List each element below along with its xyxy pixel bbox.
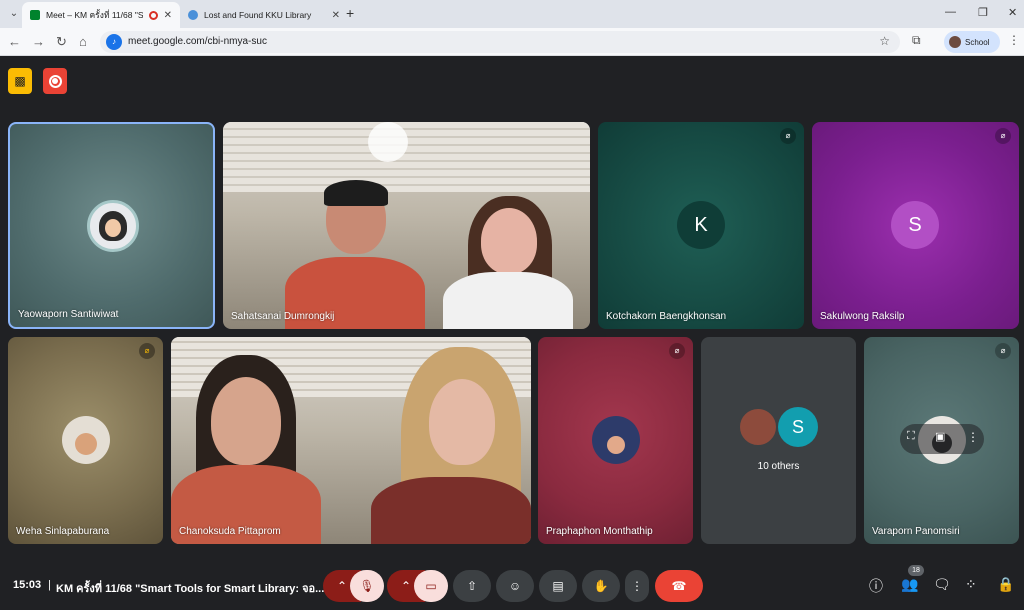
close-window-button[interactable]: ✕ [1008, 6, 1017, 19]
back-icon[interactable]: ← [8, 34, 21, 50]
extensions-icon[interactable]: ⧉ [912, 33, 921, 48]
participant-name: Varaporn Panomsiri [872, 526, 960, 537]
participant-name: Yaowaporn Santiwiwat [18, 309, 119, 320]
avatar-initial: S [908, 213, 922, 236]
raise-hand-button[interactable]: ✋ [582, 570, 620, 602]
mic-off-icon: ⌀ [780, 128, 796, 144]
mic-off-icon: ⌀ [995, 343, 1011, 359]
host-controls-icon[interactable]: 🔒 [997, 576, 1014, 593]
participant-tile[interactable]: Sahatsanai Dumrongkij [223, 122, 590, 329]
recording-icon[interactable] [43, 68, 67, 94]
separator: | [48, 579, 51, 591]
participant-tile[interactable]: Yaowaporn Santiwiwat [8, 122, 215, 329]
participant-name: Chanoksuda Pittaprom [179, 526, 281, 537]
people-icon[interactable]: 👥 [901, 576, 918, 593]
present-button[interactable]: ⇧ [453, 570, 491, 602]
tab-lost-and-found[interactable]: Lost and Found KKU Library ✕ [180, 2, 348, 28]
address-bar-row: ← → ↻ ⌂ ♪ meet.google.com/cbi-nmya-suc ☆ [0, 28, 1024, 56]
camera-off-icon: ▭ [425, 579, 437, 593]
tab-title: Meet – KM ครั้งที่ 11/68 "Sm [46, 10, 143, 20]
emoji-icon: ☺ [508, 579, 522, 593]
minimize-button[interactable]: — [945, 6, 956, 18]
avatar: S [778, 407, 818, 447]
cloud-favicon-icon [188, 10, 198, 20]
new-tab-button[interactable]: + [346, 6, 354, 20]
participant-name: Kotchakorn Baengkhonsan [606, 311, 727, 322]
avatar: S [891, 201, 939, 249]
mic-off-icon: ⌀ [995, 128, 1011, 144]
others-tile[interactable]: S 10 others [701, 337, 856, 544]
close-tab-icon[interactable]: ✕ [164, 10, 172, 21]
reload-icon[interactable]: ↻ [56, 34, 67, 50]
participant-name: Sahatsanai Dumrongkij [231, 311, 335, 322]
participant-name: Praphaphon Monthathip [546, 526, 653, 537]
mic-off-icon: ⌀ [139, 343, 155, 359]
camera-off-icon[interactable]: ▩ [8, 68, 32, 94]
meet-favicon-icon [30, 10, 40, 20]
more-options-button[interactable]: ⋮ [625, 570, 649, 602]
url-input[interactable]: ♪ meet.google.com/cbi-nmya-suc ☆ [100, 31, 900, 53]
meeting-title: KM ครั้งที่ 11/68 "Smart Tools for Smart… [56, 583, 325, 595]
leave-call-button[interactable]: ☎ [655, 570, 703, 602]
mic-off-icon: 🎙 [359, 579, 375, 593]
bookmark-star-icon[interactable]: ☆ [879, 34, 890, 48]
recording-indicator-icon [148, 10, 158, 20]
forward-icon[interactable]: → [32, 34, 45, 50]
hand-icon: ✋ [593, 579, 609, 593]
browser-menu-icon[interactable]: ⋮ [1008, 33, 1020, 47]
url-text: meet.google.com/cbi-nmya-suc [128, 36, 267, 47]
captions-button[interactable]: ▤ [539, 570, 577, 602]
participants-count-badge: 18 [908, 565, 924, 576]
profile-label: School [965, 37, 990, 47]
meeting-details-icon[interactable]: ⓘ [869, 576, 883, 596]
camera-off-button[interactable]: ▭ [414, 570, 448, 602]
avatar [949, 36, 961, 48]
present-screen-icon: ⇧ [466, 579, 478, 593]
hang-up-icon: ☎ [671, 579, 687, 593]
avatar-initial: S [791, 416, 804, 437]
participant-tile[interactable]: ⌀ Praphaphon Monthathip [538, 337, 693, 544]
participant-tile[interactable]: ⌀ S Sakulwong Raksilp [812, 122, 1019, 329]
avatar: K [677, 201, 725, 249]
others-count-label: 10 others [757, 461, 800, 472]
participant-name: Weha Sinlapaburana [16, 526, 110, 537]
chat-icon[interactable]: 🗨 [933, 576, 951, 593]
person-face [429, 379, 495, 465]
participant-tile[interactable]: ⌀ ⛶ ▣ ⋮ Varaporn Panomsiri [864, 337, 1019, 544]
captions-icon: ▤ [552, 579, 564, 593]
meeting-controls: 15:03 | KM ครั้งที่ 11/68 "Smart Tools f… [0, 560, 1024, 610]
avatar [87, 200, 139, 252]
person-body [443, 272, 573, 329]
reactions-button[interactable]: ☺ [496, 570, 534, 602]
tab-search-icon[interactable]: ⌄ [6, 6, 22, 22]
close-tab-icon[interactable]: ✕ [332, 10, 340, 21]
avatar [62, 416, 110, 464]
browser-tab-strip: ⌄ Meet – KM ครั้งที่ 11/68 "Sm ✕ Lost an… [0, 0, 1024, 28]
home-icon[interactable]: ⌂ [79, 34, 87, 50]
site-info-icon[interactable]: ♪ [106, 34, 122, 50]
participant-name: Sakulwong Raksilp [820, 311, 905, 322]
mic-off-icon: ⌀ [669, 343, 685, 359]
avatar [592, 416, 640, 464]
person-body [371, 477, 531, 544]
activities-icon[interactable]: ⁘ [965, 576, 977, 593]
profile-button[interactable]: School [944, 31, 1000, 53]
restore-button[interactable]: ❐ [978, 6, 988, 19]
meet-stage: ▩ Yaowaporn Santiwiwat Sahatsanai Dumron… [0, 57, 1024, 610]
frame-icon[interactable]: ▣ [935, 430, 945, 443]
person-face [481, 208, 537, 274]
participant-tile[interactable]: ⌀ Chanoksuda Pittaprom [171, 337, 531, 544]
person-face [211, 377, 281, 465]
pin-icon[interactable]: ⛶ [907, 430, 915, 443]
more-options-icon[interactable]: ⋮ [967, 430, 979, 444]
avatar [738, 407, 778, 447]
mic-off-button[interactable]: 🎙 [350, 570, 384, 602]
more-vert-icon: ⋮ [631, 579, 643, 593]
meeting-time: 15:03 [13, 579, 42, 591]
avatar-initial: K [694, 213, 708, 236]
participant-tile[interactable]: ⌀ K Kotchakorn Baengkhonsan [598, 122, 804, 329]
participant-tile[interactable]: ⌀ Weha Sinlapaburana [8, 337, 163, 544]
tab-title: Lost and Found KKU Library [204, 10, 312, 20]
tab-meet[interactable]: Meet – KM ครั้งที่ 11/68 "Sm ✕ [22, 2, 180, 28]
